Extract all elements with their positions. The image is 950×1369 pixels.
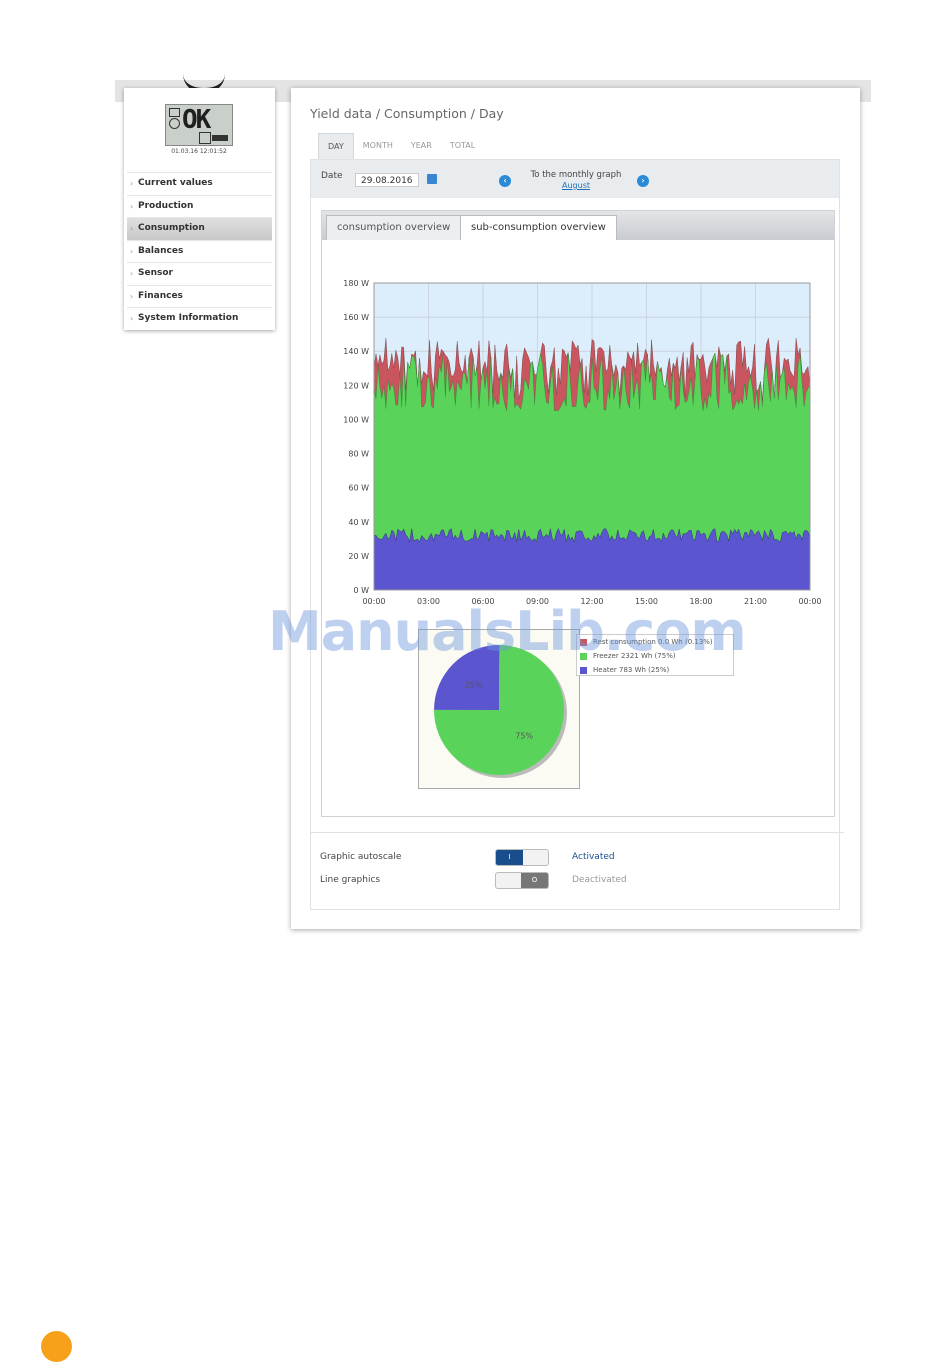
sidebar-item-production[interactable]: › Production bbox=[127, 194, 272, 218]
sidebar-item-label: Finances bbox=[138, 290, 183, 301]
sidebar-item-label: Production bbox=[138, 200, 194, 211]
globe-icon bbox=[169, 118, 180, 129]
line-graphics-state: Deactivated bbox=[572, 875, 627, 885]
date-input[interactable]: 29.08.2016 bbox=[355, 173, 419, 187]
previous-arrow-icon[interactable]: ‹ bbox=[499, 175, 511, 187]
line-graphics-toggle[interactable]: O bbox=[495, 872, 549, 889]
calendar-icon[interactable] bbox=[427, 174, 437, 184]
tab-day[interactable]: DAY bbox=[318, 133, 354, 159]
monthly-graph-label: To the monthly graph bbox=[530, 170, 622, 180]
sidebar-item-sensor[interactable]: › Sensor bbox=[127, 262, 272, 285]
sidebar-item-label: Sensor bbox=[138, 268, 173, 278]
watermark: ManualsLib.com bbox=[268, 600, 747, 663]
level-bar-icon bbox=[212, 135, 228, 141]
date-bar: Date 29.08.2016 ‹ To the monthly graph A… bbox=[311, 160, 839, 198]
sidebar-item-label: System Information bbox=[138, 313, 239, 323]
date-label: Date bbox=[321, 171, 343, 181]
toggle-on-indicator: I bbox=[496, 850, 523, 865]
monthly-graph-link[interactable]: August bbox=[521, 181, 631, 190]
sidebar-item-finances[interactable]: › Finances bbox=[127, 284, 272, 308]
divider bbox=[310, 832, 844, 833]
legend-swatch-heater bbox=[580, 666, 587, 674]
pie-data-label: 25% bbox=[465, 681, 483, 690]
sidebar-item-label: Consumption bbox=[138, 223, 205, 233]
sidebar-menu: › Current values › Production › Consumption… bbox=[127, 172, 272, 330]
chevron-right-icon: › bbox=[130, 246, 134, 256]
main-panel: Yield data / Consumption / Day DAY MONTH Y… bbox=[291, 88, 860, 929]
tab-month[interactable]: MONTH bbox=[354, 133, 402, 159]
chevron-right-icon: › bbox=[130, 269, 134, 278]
chevron-right-icon: › bbox=[130, 224, 134, 233]
sidebar-item-system-information[interactable]: › System Information bbox=[127, 307, 272, 330]
pie-data-label: 75% bbox=[515, 731, 533, 740]
sidebar-item-balances[interactable]: › Balances bbox=[127, 239, 272, 263]
sidebar-item-label: Current values bbox=[138, 178, 213, 188]
tab-content: Date 29.08.2016 ‹ To the monthly graph A… bbox=[310, 159, 840, 910]
page-title: Yield data / Consumption / Day bbox=[310, 106, 504, 121]
next-arrow-icon[interactable]: › bbox=[637, 175, 649, 187]
tab-year[interactable]: YEAR bbox=[402, 133, 441, 159]
graphic-autoscale-label: Graphic autoscale bbox=[320, 852, 402, 862]
sidebar-item-consumption[interactable]: › Consumption bbox=[127, 217, 272, 240]
graphic-autoscale-state: Activated bbox=[572, 852, 615, 862]
chevron-right-icon: › bbox=[130, 179, 134, 188]
tab-total[interactable]: TOTAL bbox=[441, 133, 484, 159]
device-datetime: 01.03.16 12:01:52 bbox=[171, 148, 227, 155]
period-tabs: DAY MONTH YEAR TOTAL bbox=[318, 133, 484, 159]
subtab-consumption-overview[interactable]: consumption overview bbox=[326, 215, 462, 240]
subtab-sub-consumption-overview[interactable]: sub-consumption overview bbox=[460, 215, 617, 240]
legend-label-heater: Heater 783 Wh (25%) bbox=[593, 666, 670, 674]
sidebar-panel: OK 01.03.16 12:01:52 › Current values › Pr… bbox=[124, 88, 275, 330]
sidebar-item-current-values[interactable]: › Current values bbox=[127, 172, 272, 195]
device-lcd-display: OK bbox=[165, 104, 233, 146]
chevron-right-icon: › bbox=[130, 291, 134, 301]
battery-icon bbox=[199, 132, 211, 144]
lcd-status-text: OK bbox=[182, 105, 211, 135]
line-graphics-label: Line graphics bbox=[320, 875, 381, 885]
chevron-right-icon: › bbox=[130, 314, 134, 323]
graphic-autoscale-toggle[interactable]: I bbox=[495, 849, 549, 866]
sidebar-item-label: Balances bbox=[138, 245, 184, 256]
grid-icon bbox=[169, 108, 180, 117]
toggle-off-indicator: O bbox=[521, 873, 548, 888]
chevron-right-icon: › bbox=[130, 201, 134, 211]
subtab-bar: consumption overview sub-consumption ove… bbox=[322, 211, 834, 240]
page-marker-dot bbox=[41, 1331, 72, 1362]
legend-entry-heater: Heater 783 Wh (25%) bbox=[580, 665, 669, 675]
